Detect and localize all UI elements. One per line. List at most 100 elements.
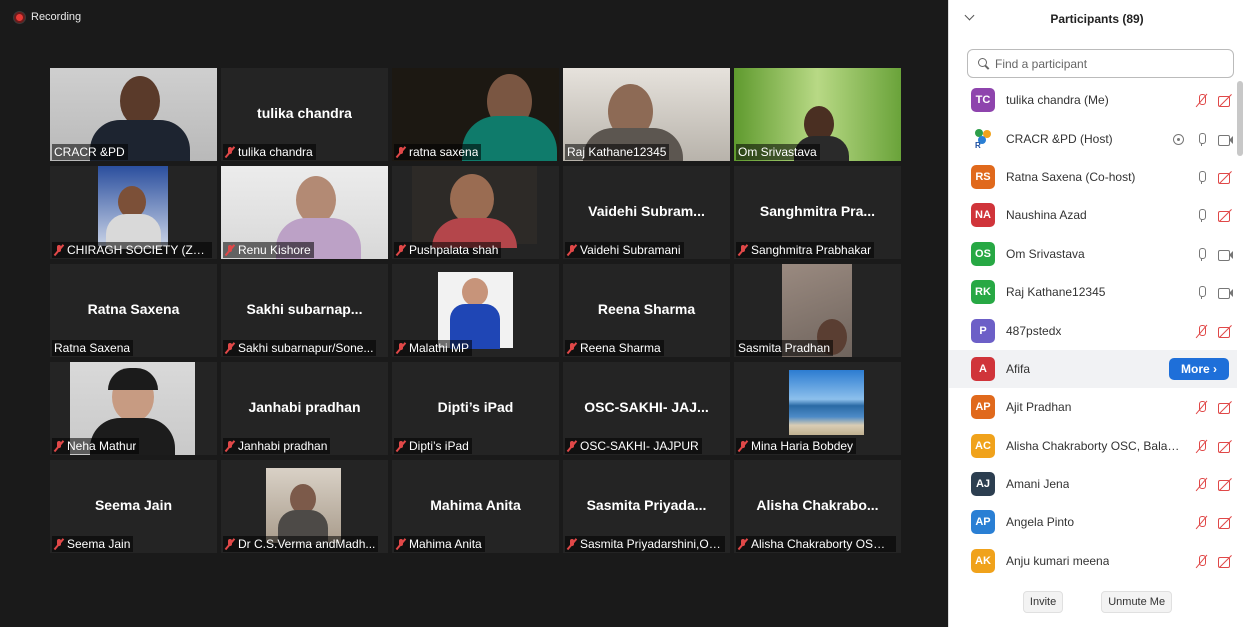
- mic-icon[interactable]: [1194, 208, 1209, 223]
- tile-label-text: Dr C.S.Verma andMadh...: [238, 537, 376, 551]
- video-tile[interactable]: Sanghmitra Pra... Sanghmitra Prabhakar: [734, 166, 901, 259]
- participant-row[interactable]: P 487pstedx: [949, 311, 1237, 349]
- participant-name: Raj Kathane12345: [1006, 285, 1106, 300]
- tile-label-text: Janhabi pradhan: [238, 439, 328, 453]
- participant-name: Angela Pinto: [1006, 515, 1075, 530]
- tile-label-text: Pushpalata shah: [409, 243, 499, 257]
- participant-status-icons: [1194, 542, 1233, 580]
- tile-label-text: Reena Sharma: [580, 341, 661, 355]
- video-tile[interactable]: Raj Kathane12345: [563, 68, 730, 161]
- mic-icon[interactable]: [1194, 170, 1209, 184]
- video-tile[interactable]: Dr C.S.Verma andMadh...: [221, 460, 388, 553]
- tile-name-label: Mina Haria Bobdey: [736, 438, 857, 454]
- video-tile[interactable]: Renu Kishore: [221, 166, 388, 259]
- camera-off-icon: [1218, 554, 1233, 568]
- participant-row[interactable]: A Afifa More ›: [949, 349, 1237, 389]
- video-tile[interactable]: Pushpalata shah: [392, 166, 559, 259]
- participant-row[interactable]: R CRACR &PD (Host): [949, 119, 1237, 157]
- search-input[interactable]: [995, 56, 1215, 71]
- tile-name-label: Sanghmitra Prabhakar: [736, 242, 875, 258]
- participant-row[interactable]: AK Anju kumari meena: [949, 542, 1237, 580]
- tile-display-name: Reena Sharma: [597, 300, 696, 317]
- tile-label-text: OSC-SAKHI- JAJPUR: [580, 439, 699, 453]
- video-tile[interactable]: Neha Mathur: [50, 362, 217, 455]
- gallery-view: Recording CRACR &PD tulika chandra tulika …: [0, 0, 948, 627]
- video-tile[interactable]: Sasmita Priyada... Sasmita Priyadarshini,…: [563, 460, 730, 553]
- more-button[interactable]: More ›: [1169, 357, 1229, 380]
- participant-row[interactable]: AJ Amani Jena: [949, 465, 1237, 503]
- video-tile[interactable]: Vaidehi Subram... Vaidehi Subramani: [563, 166, 730, 259]
- video-tile[interactable]: Sasmita Pradhan: [734, 264, 901, 357]
- tile-label-text: Malathi MP: [409, 341, 470, 355]
- participant-row[interactable]: RS Ratna Saxena (Co-host): [949, 158, 1237, 196]
- mic-icon[interactable]: [1194, 247, 1209, 261]
- participant-row[interactable]: OS Om Srivastava: [949, 235, 1237, 273]
- invite-button[interactable]: Invite: [1022, 591, 1064, 613]
- video-tile[interactable]: Malathi MP: [392, 264, 559, 357]
- mic-muted-icon[interactable]: [1194, 324, 1209, 338]
- participant-row[interactable]: RK Raj Kathane12345: [949, 273, 1237, 311]
- participant-status-icons: [1194, 158, 1233, 196]
- mic-muted-icon[interactable]: [1194, 439, 1209, 453]
- video-tile[interactable]: Reena Sharma Reena Sharma: [563, 264, 730, 357]
- tile-name-label: Pushpalata shah: [394, 242, 502, 258]
- video-tile[interactable]: CHIRAGH SOCIETY (Zafa...: [50, 166, 217, 259]
- participant-row[interactable]: AP Ajit Pradhan: [949, 388, 1237, 426]
- video-tile[interactable]: Dipti’s iPad Dipti’s iPad: [392, 362, 559, 455]
- video-tile[interactable]: Alisha Chakrabo... Alisha Chakraborty OSC…: [734, 460, 901, 553]
- mic-muted-icon[interactable]: [1194, 554, 1209, 568]
- video-tile[interactable]: Sakhi subarnap... Sakhi subarnapur/Sone..…: [221, 264, 388, 357]
- camera-icon: [1218, 247, 1233, 261]
- participant-video: [412, 166, 537, 248]
- video-tile[interactable]: Janhabi pradhan Janhabi pradhan: [221, 362, 388, 455]
- mic-muted-icon[interactable]: [1194, 477, 1209, 491]
- mic-muted-icon[interactable]: [1194, 93, 1209, 107]
- participant-row[interactable]: AP Angela Pinto: [949, 503, 1237, 541]
- video-tile[interactable]: Mahima Anita Mahima Anita: [392, 460, 559, 553]
- participant-status-icons: [1194, 311, 1233, 349]
- tile-label-text: Sanghmitra Prabhakar: [751, 243, 872, 257]
- participant-avatar: AP: [971, 395, 995, 420]
- participant-row[interactable]: NA Naushina Azad: [949, 196, 1237, 234]
- participant-scrollbar[interactable]: [1237, 81, 1243, 571]
- video-tile[interactable]: Om Srivastava: [734, 68, 901, 161]
- participant-avatar: AJ: [971, 472, 995, 497]
- participant-search[interactable]: [967, 49, 1234, 78]
- tile-display-name: Dipti’s iPad: [437, 398, 514, 415]
- participant-row[interactable]: AC Alisha Chakraborty OSC, Balan...: [949, 427, 1237, 465]
- mic-icon[interactable]: [1194, 285, 1209, 300]
- participant-avatar: AK: [971, 548, 995, 573]
- mic-muted-icon: [54, 538, 64, 550]
- participant-video: [789, 370, 864, 435]
- video-grid: CRACR &PD tulika chandra tulika chandra rat…: [50, 68, 901, 553]
- mic-muted-icon[interactable]: [1194, 515, 1209, 529]
- video-tile[interactable]: ratna saxena: [392, 68, 559, 161]
- video-tile[interactable]: tulika chandra tulika chandra: [221, 68, 388, 161]
- participant-status-icons: [1194, 465, 1233, 503]
- mic-icon[interactable]: [1194, 132, 1209, 146]
- tile-name-label: CRACR &PD: [52, 144, 128, 160]
- mic-muted-icon[interactable]: [1194, 400, 1209, 414]
- mic-muted-icon: [396, 538, 406, 550]
- recording-indicator[interactable]: Recording: [14, 11, 81, 23]
- scroll-thumb[interactable]: [1237, 81, 1243, 156]
- tile-name-label: Neha Mathur: [52, 438, 140, 454]
- video-tile[interactable]: CRACR &PD: [50, 68, 217, 161]
- video-tile[interactable]: Seema Jain Seema Jain: [50, 460, 217, 553]
- video-tile[interactable]: Ratna Saxena Ratna Saxena: [50, 264, 217, 357]
- participant-status-icons: [1194, 503, 1233, 541]
- tile-label-text: CRACR &PD: [54, 145, 125, 159]
- participant-name: tulika chandra (Me): [1006, 93, 1109, 108]
- participant-status-icons: [1194, 235, 1233, 273]
- camera-off-icon: [1218, 324, 1233, 338]
- tile-label-text: Mahima Anita: [409, 537, 482, 551]
- tile-label-text: Mina Haria Bobdey: [751, 439, 854, 453]
- participant-row[interactable]: TC tulika chandra (Me): [949, 81, 1237, 119]
- tile-name-label: Malathi MP: [394, 340, 473, 356]
- mic-muted-icon: [738, 440, 748, 452]
- video-tile[interactable]: OSC-SAKHI- JAJ... OSC-SAKHI- JAJPUR: [563, 362, 730, 455]
- unmute-me-button[interactable]: Unmute Me: [1101, 591, 1173, 613]
- tile-label-text: ratna saxena: [409, 145, 479, 159]
- chevron-down-icon[interactable]: [965, 12, 975, 22]
- video-tile[interactable]: Mina Haria Bobdey: [734, 362, 901, 455]
